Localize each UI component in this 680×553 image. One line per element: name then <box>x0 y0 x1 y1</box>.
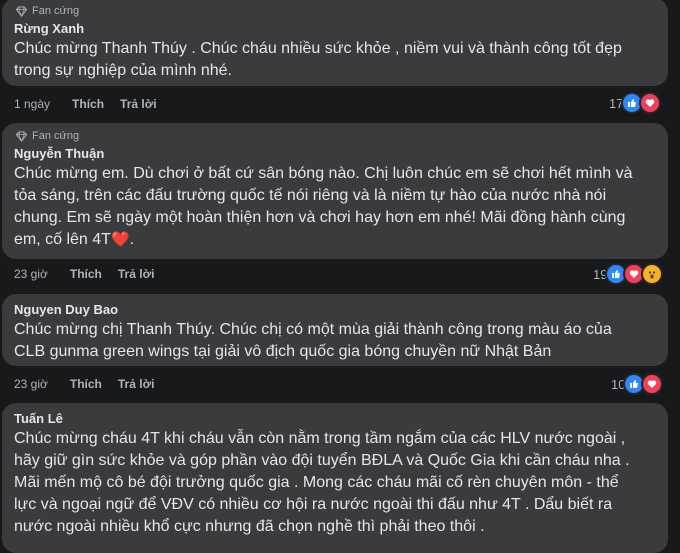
comment-text: Chúc mừng chị Thanh Thúy. Chúc chị có mộ… <box>14 321 612 360</box>
comment-bubble: Fan cứng Nguyễn Thuận Chúc mừng em. Dù c… <box>2 123 668 259</box>
comment-time[interactable]: 1 ngày <box>14 97 50 111</box>
love-icon <box>641 373 664 395</box>
love-icon <box>639 92 662 114</box>
comment-bubble: Fan cứng Rừng Xanh Chúc mừng Thanh Thúy … <box>2 0 668 86</box>
comment-time[interactable]: 23 giờ <box>14 267 48 281</box>
comment-text-body: Chúc mừng em. Dù chơi ở bất cứ sân bóng … <box>14 165 633 248</box>
reply-button[interactable]: Trả lời <box>118 377 155 391</box>
comment-bubble: Tuấn Lê Chúc mừng cháu 4T khi cháu vẫn c… <box>2 403 668 553</box>
reaction-summary[interactable]: 10 <box>611 373 664 395</box>
comment-actions: 1 ngày Thích Trả lời <box>14 95 173 113</box>
comment-time[interactable]: 23 giờ <box>14 377 48 391</box>
comment-text: Chúc mừng em. Dù chơi ở bất cứ sân bóng … <box>14 165 633 248</box>
badge-label: Fan cứng <box>32 130 80 142</box>
comment-actions: 23 giờ Thích Trả lời <box>14 265 170 283</box>
reply-button[interactable]: Trả lời <box>120 97 157 111</box>
comment-author[interactable]: Nguyễn Thuận <box>14 146 656 163</box>
wow-icon <box>641 263 664 285</box>
comment-author[interactable]: Nguyen Duy Bao <box>14 302 656 319</box>
comment-bubble: Nguyen Duy Bao Chúc mừng chị Thanh Thúy.… <box>2 294 668 366</box>
like-button[interactable]: Thích <box>70 377 102 391</box>
heart-emoji: ❤️ <box>110 231 130 248</box>
diamond-icon <box>16 5 27 17</box>
fan-badge: Fan cứng <box>16 4 656 18</box>
diamond-icon <box>16 130 27 142</box>
reaction-summary[interactable]: 19 <box>593 263 664 285</box>
fan-badge: Fan cứng <box>16 129 656 143</box>
like-button[interactable]: Thích <box>72 97 104 111</box>
reaction-summary[interactable]: 17 <box>609 92 662 114</box>
comment-text: Chúc mừng Thanh Thúy . Chúc cháu nhiều s… <box>14 40 622 79</box>
badge-label: Fan cứng <box>32 5 80 17</box>
comment-author[interactable]: Rừng Xanh <box>14 21 656 38</box>
comment-author[interactable]: Tuấn Lê <box>14 411 656 428</box>
comment-text: Chúc mừng cháu 4T khi cháu vẫn còn nằm t… <box>14 430 630 535</box>
like-button[interactable]: Thích <box>70 267 102 281</box>
comment-actions: 23 giờ Thích Trả lời <box>14 375 170 393</box>
reply-button[interactable]: Trả lời <box>118 267 155 281</box>
